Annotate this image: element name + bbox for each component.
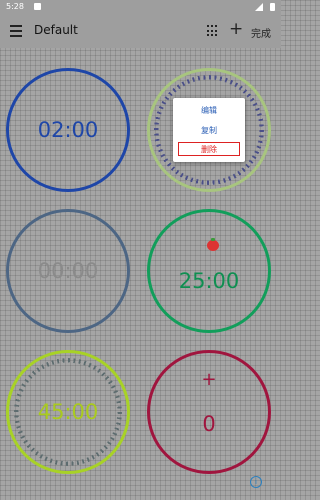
edit-menu-item[interactable]: 编辑 <box>173 102 245 120</box>
context-menu: 编辑 复制 删除 <box>173 98 245 162</box>
timer-time: 00:00 <box>37 259 99 283</box>
toolbar: Default + 完成 <box>0 14 281 48</box>
done-button[interactable]: 完成 <box>251 25 271 40</box>
grid-icon[interactable] <box>207 25 219 37</box>
signal-icon <box>255 3 263 11</box>
add-icon[interactable]: + <box>229 19 243 39</box>
battery-icon <box>270 3 275 11</box>
counter-dial[interactable]: + 0 <box>147 350 271 474</box>
status-bar: 5:28 <box>0 0 281 14</box>
notification-icon <box>34 3 41 10</box>
timer-dial[interactable]: 45:00 <box>6 350 130 474</box>
timer-dial[interactable]: 25:00 <box>147 209 271 333</box>
timer-dial[interactable]: 02:00 <box>6 68 130 192</box>
timer-time: 02:00 <box>37 118 99 142</box>
timer-time: 25:00 <box>178 269 240 293</box>
timer-dial[interactable]: 00:00 <box>6 209 130 333</box>
info-icon[interactable]: i <box>250 476 262 488</box>
menu-icon[interactable] <box>10 25 22 37</box>
timer-time: 45:00 <box>37 400 99 424</box>
delete-menu-item[interactable]: 删除 <box>178 142 240 156</box>
page-title: Default <box>34 23 78 37</box>
copy-menu-item[interactable]: 复制 <box>173 122 245 140</box>
counter-value: 0 <box>202 412 216 436</box>
status-time: 5:28 <box>6 2 24 11</box>
